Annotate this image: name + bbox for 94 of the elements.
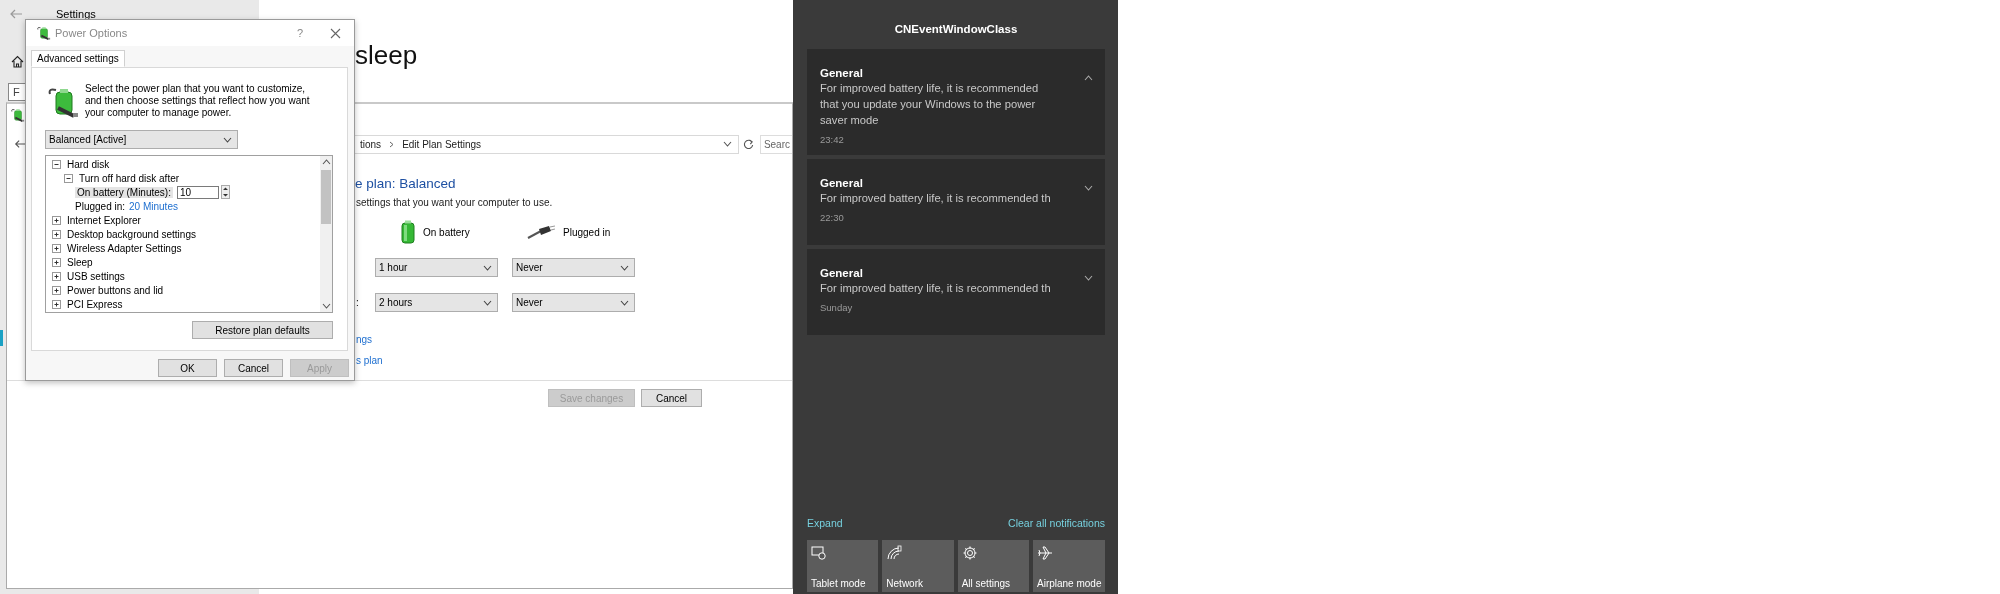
selection-accent <box>0 330 3 346</box>
expand-icon[interactable] <box>52 257 61 267</box>
setting-label: On battery (Minutes): <box>75 186 173 198</box>
settings-icon <box>961 545 978 561</box>
plan-heading: e plan: Balanced <box>355 176 456 191</box>
expand-icon[interactable] <box>52 215 61 225</box>
chevron-down-icon <box>620 264 629 271</box>
tree-item[interactable]: Turn off hard disk after <box>79 172 180 184</box>
home-icon[interactable] <box>11 55 24 68</box>
scrollbar[interactable] <box>320 156 332 312</box>
description-text: Select the power plan that you want to customize, and then choose settings that reflect how you want your computer to manage power. <box>85 83 311 119</box>
notification-title: General <box>820 267 864 279</box>
link[interactable]: ngs <box>356 334 373 345</box>
panel-title: CNEventWindowClass <box>893 22 1019 37</box>
expand-icon[interactable] <box>52 299 61 309</box>
plan-dropdown[interactable]: Balanced [Active] <box>45 130 238 149</box>
button[interactable]: Cancel <box>641 389 702 407</box>
notification-text: For improved battery life, it is recommended that you update your Windows to the power saver mode <box>820 81 1040 128</box>
tree-item[interactable]: Desktop background settings <box>67 228 196 240</box>
dropdown[interactable]: 2 hours <box>375 293 498 312</box>
tree-item[interactable]: Sleep <box>67 256 93 268</box>
notification-time: Sunday <box>820 302 854 313</box>
column-label: Plugged in <box>563 226 611 238</box>
tree-item[interactable]: USB settings <box>67 270 125 282</box>
quick-action-tile[interactable]: Tablet mode <box>807 540 879 592</box>
clear-notifications-link[interactable]: Clear all notifications <box>1008 517 1105 529</box>
back-arrow-icon[interactable] <box>14 139 26 149</box>
window-title: Power Options <box>55 27 128 39</box>
scrollbar-thumb[interactable] <box>321 170 331 224</box>
notification-title: General <box>820 67 864 79</box>
expand-icon[interactable] <box>52 229 61 239</box>
collapse-icon[interactable] <box>64 173 73 183</box>
breadcrumb-item[interactable]: tions <box>360 138 382 150</box>
airplane-icon <box>1037 545 1053 561</box>
button[interactable]: Cancel <box>224 359 283 377</box>
chevron-up-icon <box>321 159 331 165</box>
battery-icon <box>401 220 415 244</box>
dropdown[interactable]: Never <box>512 258 635 277</box>
window-title: Settings <box>56 8 96 20</box>
search-field[interactable]: Searc <box>759 134 792 154</box>
notification-card[interactable]: General For improved battery life, it is recommended th Sunday <box>807 249 1105 335</box>
chevron-down-icon <box>483 299 492 306</box>
chevron-down-icon <box>722 141 732 147</box>
link[interactable]: s plan <box>356 355 383 366</box>
row-label: : <box>356 297 360 308</box>
help-button[interactable]: ? <box>296 27 303 39</box>
expand-icon[interactable] <box>52 243 61 253</box>
quick-action-tile[interactable]: Airplane mode <box>1033 540 1105 592</box>
notification-time: 22:30 <box>820 212 845 223</box>
battery-plug-icon <box>11 108 25 122</box>
chevron-down-icon[interactable] <box>1084 185 1093 191</box>
dropdown[interactable]: Never <box>512 293 635 312</box>
description-text: settings that you want your computer to use. <box>356 197 553 208</box>
expand-icon[interactable] <box>52 285 61 295</box>
spin-arrows-icon[interactable] <box>220 185 230 199</box>
button[interactable]: OK <box>158 359 217 377</box>
refresh-icon[interactable] <box>742 138 754 150</box>
notification-time: 23:42 <box>820 134 845 145</box>
battery-plug-icon <box>48 86 80 118</box>
battery-plug-icon <box>37 26 51 40</box>
collapse-icon[interactable] <box>52 159 61 169</box>
tablet-mode-icon <box>811 545 827 561</box>
notification-card[interactable]: General For improved battery life, it is recommended th 22:30 <box>807 159 1105 245</box>
expand-link[interactable]: Expand <box>807 517 843 529</box>
tree-item[interactable]: PCI Express <box>67 298 123 310</box>
tree-item[interactable]: Wireless Adapter Settings <box>67 242 182 254</box>
breadcrumb-item[interactable]: Edit Plan Settings <box>402 138 482 150</box>
plug-icon <box>527 225 555 239</box>
tree-item[interactable]: Hard disk <box>67 158 110 170</box>
chevron-down-icon[interactable] <box>1084 275 1093 281</box>
close-icon[interactable] <box>330 27 341 39</box>
expand-icon[interactable] <box>52 271 61 281</box>
quick-action-tile[interactable]: All settings <box>957 540 1029 592</box>
chevron-down-icon <box>620 299 629 306</box>
column-label: On battery <box>423 226 470 238</box>
notification-text: For improved battery life, it is recommended th <box>820 281 1052 296</box>
tab[interactable]: Advanced settings <box>31 50 125 67</box>
setting-label: Plugged in: <box>75 200 126 212</box>
chevron-down-icon <box>483 264 492 271</box>
dropdown[interactable]: 1 hour <box>375 258 498 277</box>
network-icon <box>886 545 903 561</box>
setting-value-link[interactable]: 20 Minutes <box>129 200 178 212</box>
page-heading: sleep <box>355 40 418 71</box>
chevron-up-icon[interactable] <box>1084 75 1093 81</box>
chevron-down-icon <box>321 303 331 309</box>
tree-item[interactable]: Power buttons and lid <box>67 284 164 296</box>
restore-defaults-button[interactable]: Restore plan defaults <box>192 321 333 339</box>
quick-action-tile[interactable]: Network <box>882 540 954 592</box>
chevron-down-icon <box>223 136 232 143</box>
chevron-right-icon <box>389 140 395 148</box>
tree-item[interactable]: Internet Explorer <box>67 214 141 226</box>
notification-card[interactable]: General For improved battery life, it is recommended that you update your Windows to the power saver mode 23:42 <box>807 49 1105 155</box>
notification-title: General <box>820 177 864 189</box>
notification-text: For improved battery life, it is recommended th <box>820 191 1052 206</box>
